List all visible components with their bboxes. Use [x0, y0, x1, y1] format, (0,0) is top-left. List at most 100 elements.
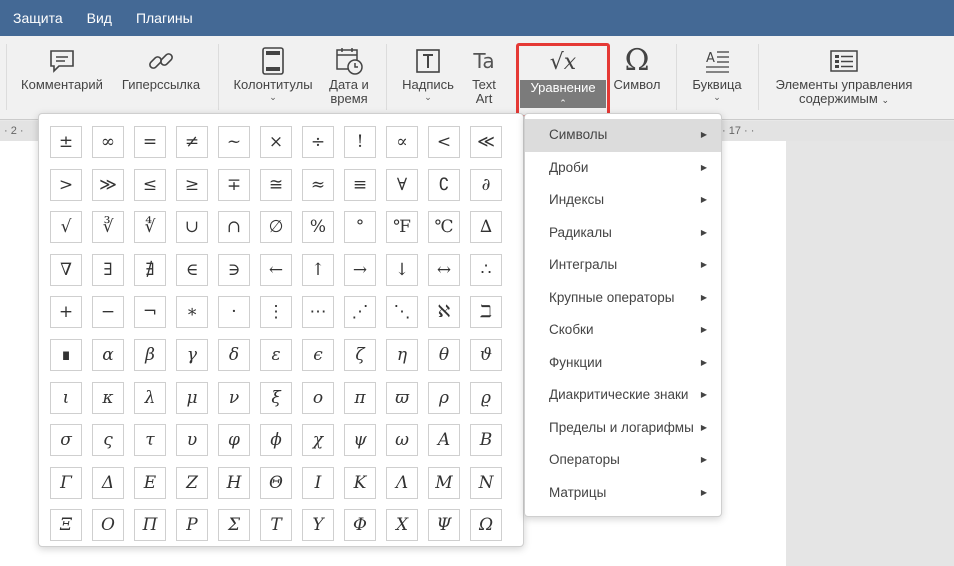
- symbol-cell[interactable]: ς: [92, 424, 124, 457]
- symbol-cell[interactable]: ∈: [176, 253, 208, 286]
- symbol-cell[interactable]: !: [344, 126, 376, 158]
- comment-button[interactable]: Комментарий: [18, 44, 106, 92]
- symbol-cell[interactable]: Χ: [386, 509, 418, 542]
- symbol-cell[interactable]: ω: [386, 424, 418, 457]
- symbol-cell[interactable]: Π: [134, 509, 166, 542]
- symbol-cell[interactable]: ≫: [92, 168, 124, 201]
- symbol-cell[interactable]: ∇: [50, 253, 82, 286]
- symbol-cell[interactable]: ≪: [470, 126, 502, 158]
- symbol-cell[interactable]: %: [302, 211, 334, 244]
- symbol-cell[interactable]: ξ: [260, 381, 292, 414]
- menu-item[interactable]: Символы ▶: [525, 119, 721, 152]
- symbol-cell[interactable]: Δ: [92, 466, 124, 499]
- menu-item[interactable]: Диакритические знаки ▶: [525, 379, 721, 412]
- symbol-cell[interactable]: ≤: [134, 168, 166, 201]
- symbol-cell[interactable]: ≈: [302, 168, 334, 201]
- symbol-cell[interactable]: ρ: [428, 381, 460, 414]
- symbol-cell[interactable]: ⋰: [344, 296, 376, 329]
- symbol-cell[interactable]: ¬: [134, 296, 166, 329]
- date-time-button[interactable]: Дата и время: [322, 44, 376, 106]
- symbol-cell[interactable]: δ: [218, 338, 250, 371]
- symbol-cell[interactable]: ο: [302, 381, 334, 414]
- symbol-cell[interactable]: ∝: [386, 126, 418, 158]
- symbol-cell[interactable]: ℵ: [428, 296, 460, 329]
- symbol-cell[interactable]: ∆: [470, 211, 502, 244]
- symbol-cell[interactable]: Σ: [218, 509, 250, 542]
- symbol-cell[interactable]: ∗: [176, 296, 208, 329]
- symbol-cell[interactable]: ϕ: [260, 424, 292, 457]
- tab-protection[interactable]: Защита: [0, 0, 75, 36]
- tab-view[interactable]: Вид: [75, 0, 124, 36]
- symbol-cell[interactable]: Γ: [50, 466, 82, 499]
- symbol-cell[interactable]: =: [134, 126, 166, 158]
- symbol-cell[interactable]: ≅: [260, 168, 292, 201]
- menu-item[interactable]: Операторы ▶: [525, 444, 721, 477]
- menu-item[interactable]: Радикалы ▶: [525, 217, 721, 250]
- tab-plugins[interactable]: Плагины: [124, 0, 205, 36]
- symbol-cell[interactable]: Θ: [260, 466, 292, 499]
- symbol-cell[interactable]: Λ: [386, 466, 418, 499]
- symbol-cell[interactable]: ∎: [50, 338, 82, 371]
- symbol-cell[interactable]: ←: [260, 253, 292, 286]
- symbol-cell[interactable]: ∁: [428, 168, 460, 201]
- symbol-cell[interactable]: η: [386, 338, 418, 371]
- text-box-button[interactable]: Надпись ⌄: [397, 44, 459, 102]
- symbol-cell[interactable]: ≥: [176, 168, 208, 201]
- symbol-cell[interactable]: β: [134, 338, 166, 371]
- symbol-cell[interactable]: ℃: [428, 211, 460, 244]
- symbol-cell[interactable]: Ο: [92, 509, 124, 542]
- symbol-cell[interactable]: −: [92, 296, 124, 329]
- symbol-cell[interactable]: υ: [176, 424, 208, 457]
- symbol-cell[interactable]: φ: [218, 424, 250, 457]
- symbol-cell[interactable]: ∜: [134, 211, 166, 244]
- symbol-button[interactable]: Ω Символ: [610, 44, 664, 92]
- symbol-cell[interactable]: Ζ: [176, 466, 208, 499]
- symbol-cell[interactable]: ±: [50, 126, 82, 158]
- menu-item[interactable]: Индексы ▶: [525, 184, 721, 217]
- symbol-cell[interactable]: ℶ: [470, 296, 502, 329]
- symbol-cell[interactable]: +: [50, 296, 82, 329]
- menu-item[interactable]: Интегралы ▶: [525, 249, 721, 282]
- symbol-cell[interactable]: ∓: [218, 168, 250, 201]
- menu-item[interactable]: Функции ▶: [525, 347, 721, 380]
- symbol-cell[interactable]: Ω: [470, 509, 502, 542]
- symbol-cell[interactable]: τ: [134, 424, 166, 457]
- symbol-cell[interactable]: ≠: [176, 126, 208, 158]
- symbol-cell[interactable]: ϖ: [386, 381, 418, 414]
- menu-item[interactable]: Дроби ▶: [525, 152, 721, 185]
- symbol-cell[interactable]: ∀: [386, 168, 418, 201]
- symbol-cell[interactable]: √: [50, 211, 82, 244]
- symbol-cell[interactable]: Ι: [302, 466, 334, 499]
- symbol-cell[interactable]: Κ: [344, 466, 376, 499]
- menu-item[interactable]: Матрицы ▶: [525, 477, 721, 510]
- symbol-cell[interactable]: <: [428, 126, 460, 158]
- symbol-cell[interactable]: ÷: [302, 126, 334, 158]
- menu-item[interactable]: Пределы и логарифмы ▶: [525, 412, 721, 445]
- symbol-cell[interactable]: Η: [218, 466, 250, 499]
- symbol-cell[interactable]: ∪: [176, 211, 208, 244]
- symbol-cell[interactable]: ∄: [134, 253, 166, 286]
- symbol-cell[interactable]: ↑: [302, 253, 334, 286]
- headers-footers-button[interactable]: Колонтитулы ⌄: [228, 44, 318, 102]
- symbol-cell[interactable]: ν: [218, 381, 250, 414]
- content-controls-button[interactable]: Элементы управления содержимым ⌄: [768, 44, 920, 107]
- menu-item[interactable]: Крупные операторы ▶: [525, 282, 721, 315]
- symbol-cell[interactable]: ℉: [386, 211, 418, 244]
- symbol-cell[interactable]: ∛: [92, 211, 124, 244]
- symbol-cell[interactable]: >: [50, 168, 82, 201]
- symbol-cell[interactable]: ≡: [344, 168, 376, 201]
- symbol-cell[interactable]: Β: [470, 424, 502, 457]
- drop-cap-button[interactable]: A Буквица ⌄: [686, 44, 748, 102]
- symbol-cell[interactable]: θ: [428, 338, 460, 371]
- symbol-cell[interactable]: μ: [176, 381, 208, 414]
- symbol-cell[interactable]: ↓: [386, 253, 418, 286]
- symbol-cell[interactable]: Υ: [302, 509, 334, 542]
- symbol-cell[interactable]: λ: [134, 381, 166, 414]
- symbol-cell[interactable]: Ε: [134, 466, 166, 499]
- symbol-cell[interactable]: Ξ: [50, 509, 82, 542]
- symbol-cell[interactable]: ↔: [428, 253, 460, 286]
- symbol-cell[interactable]: π: [344, 381, 376, 414]
- symbol-cell[interactable]: α: [92, 338, 124, 371]
- symbol-cell[interactable]: σ: [50, 424, 82, 457]
- symbol-cell[interactable]: ϑ: [470, 338, 502, 371]
